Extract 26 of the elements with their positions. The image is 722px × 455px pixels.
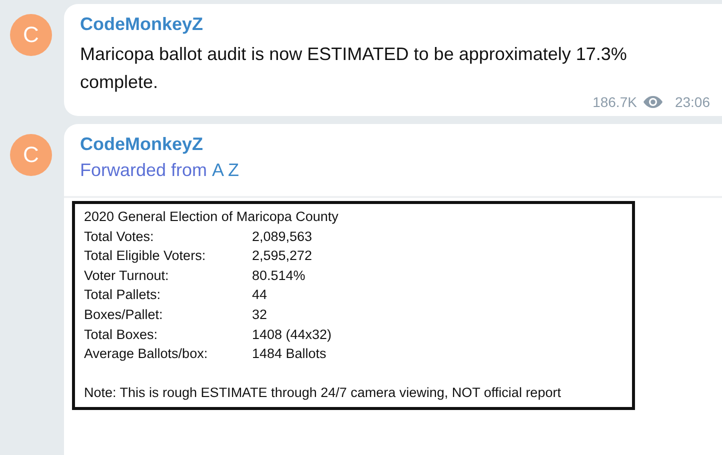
avatar[interactable]: C: [10, 14, 52, 56]
eye-icon: [642, 95, 663, 109]
row-value: 32: [252, 306, 268, 324]
forwarded-link[interactable]: A Z: [212, 156, 240, 184]
avatar[interactable]: C: [10, 134, 52, 176]
message-text: Maricopa ballot audit is now ESTIMATED to be approximately 17.3% complete.: [80, 43, 628, 94]
row-label: Total Pallets:: [84, 286, 162, 304]
row-value: 1484 Ballots: [252, 345, 326, 364]
forwarded-label: Forwarded from: [80, 159, 208, 182]
document-note: Note: This is rough ESTIMATE through 24/7 camera viewing, NOT official report: [84, 384, 562, 402]
row-value: 2,595,272: [252, 247, 312, 266]
author-name[interactable]: CodeMonkeyZ: [80, 12, 710, 36]
author-name[interactable]: CodeMonkeyZ: [80, 132, 710, 156]
view-count: 186.7K: [592, 94, 637, 110]
row-label: Voter Turnout:: [84, 266, 170, 285]
message-time: 23:06: [674, 94, 710, 110]
row-value: 2,089,563: [252, 228, 312, 246]
row-label: Boxes/Pallet:: [84, 306, 164, 324]
row-value: 44: [252, 286, 268, 304]
document-title: 2020 General Election of Maricopa County: [84, 208, 340, 226]
row-value: 1408 (44x32): [252, 326, 332, 344]
row-label: Total Votes:: [84, 228, 155, 246]
row-label: Total Boxes:: [84, 326, 159, 344]
row-label: Average Ballots/box:: [84, 345, 209, 364]
row-label: Total Eligible Voters:: [84, 247, 207, 266]
row-value: 80.514%: [252, 266, 306, 285]
